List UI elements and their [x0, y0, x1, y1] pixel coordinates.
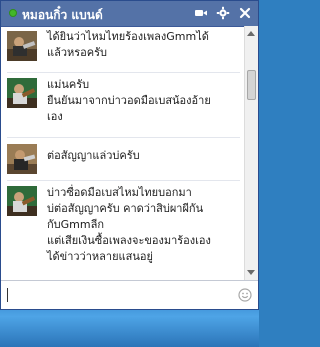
chat-input-bar — [1, 280, 258, 309]
avatar[interactable] — [7, 31, 37, 61]
message-text-line: บ่าวซื่อดมือเบสไหมไทยบอกมา — [47, 186, 192, 199]
message-list[interactable]: ได้ยินว่าไหมไทยร้องเพลงGmmได้ แล้วหรอครั… — [1, 26, 244, 280]
scrollbar-thumb[interactable] — [247, 70, 256, 100]
avatar[interactable] — [7, 78, 37, 108]
message-item: ได้ยินว่าไหมไทยร้องเพลงGmmได้ แล้วหรอครั… — [1, 26, 244, 72]
message-text-line: ต่อสัญญาแล่วบ่ครับ — [47, 149, 140, 162]
message-scrollbar[interactable] — [244, 26, 258, 280]
scroll-up-arrow-icon[interactable] — [247, 31, 255, 36]
chat-message-input[interactable] — [6, 286, 231, 304]
message-item: ต่อสัญญาแล่วบ่ครับ — [1, 138, 244, 180]
chat-titlebar[interactable]: หมอนกิ๋ว แบนด์ — [1, 1, 258, 27]
video-call-icon[interactable] — [194, 6, 208, 20]
text-cursor — [7, 288, 8, 302]
message-text-line: แล้วหรอครับ — [47, 46, 108, 59]
message-item: แม่นครับ ยืนยันมาจากบ่าวอดมือเบสน้องอ้าย… — [1, 73, 244, 137]
avatar[interactable] — [7, 144, 37, 174]
message-text-line: บ่ต่อสัญญาครับ คาดว่าสิบ่ผาผีกัน — [47, 202, 204, 215]
message-text-line: แม่นครับ — [47, 78, 90, 91]
chat-window: หมอนกิ๋ว แบนด์ ได้ยินว่าไหมไทยร้องเพลงGm… — [0, 0, 259, 310]
message-item: บ่าวซื่อดมือเบสไหมไทยบอกมา บ่ต่อสัญญาครั… — [1, 181, 244, 280]
message-text-line: แต่เสียเงินซื้อเพลงจะของมาร้องเอง — [47, 234, 211, 247]
close-icon[interactable] — [238, 6, 252, 20]
gear-icon[interactable] — [216, 6, 230, 20]
message-text-line: ยืนยันมาจากบ่าวอดมือเบสน้องอ้าย — [47, 94, 211, 107]
message-text-line: ได้ข่าวว่าหลายแสนอยู่ — [47, 250, 153, 263]
online-status-icon — [9, 9, 17, 17]
emoticon-icon[interactable] — [238, 288, 252, 302]
contact-name[interactable]: หมอนกิ๋ว แบนด์ — [22, 6, 103, 25]
message-text-line: กับGmmลีก — [47, 218, 104, 231]
message-text-line: ได้ยินว่าไหมไทยร้องเพลงGmmได้ — [47, 30, 209, 43]
message-text-line: เอง — [47, 110, 63, 123]
avatar[interactable] — [7, 186, 37, 216]
scroll-down-arrow-icon[interactable] — [247, 270, 255, 275]
